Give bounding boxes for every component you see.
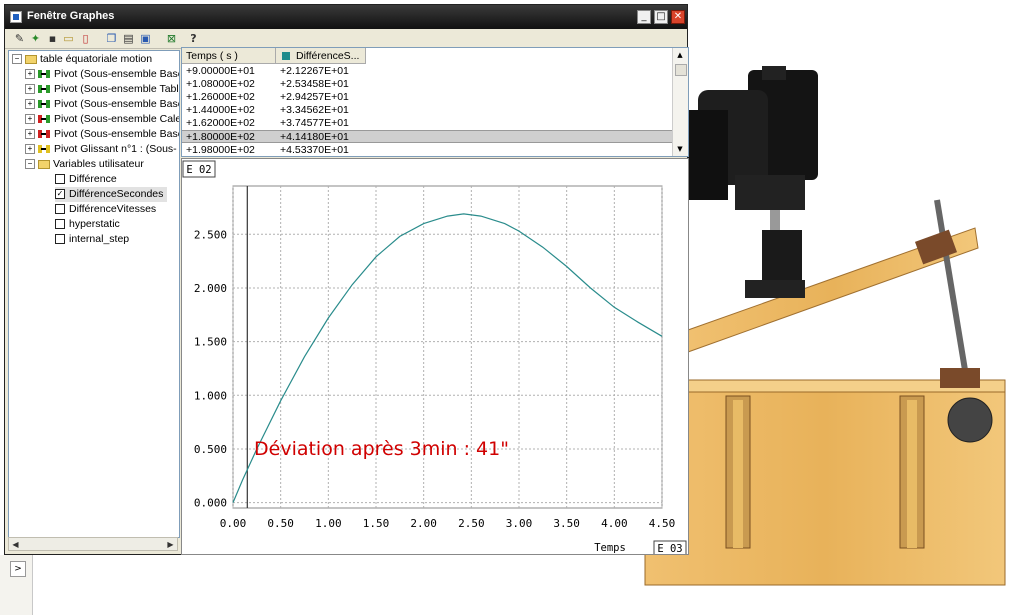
pivot-joint-icon (38, 69, 51, 79)
pivot-joint-icon (38, 114, 51, 124)
tree-item-pivot[interactable]: + Pivot (Sous-ensemble Base (25, 127, 179, 142)
table-row-selected[interactable]: +1.80000E+02 +4.14180E+01 (182, 130, 672, 143)
x-tick-label: 0.00 (220, 517, 247, 530)
table-row[interactable]: +1.26000E+02 +2.94257E+01 (182, 91, 672, 104)
scroll-down-icon[interactable]: ▼ (675, 144, 685, 154)
threaded-rod (934, 199, 968, 371)
collapse-icon[interactable]: − (12, 54, 22, 65)
x-tick-label: 3.00 (506, 517, 533, 530)
copy-icon[interactable]: ❐ (105, 32, 118, 45)
pivot-joint-icon (38, 84, 51, 94)
series-color-swatch (282, 52, 290, 61)
y-tick-label: 2.000 (194, 282, 227, 295)
app-icon (10, 11, 22, 23)
desktop-strip: > (0, 555, 33, 615)
x-tick-label: 1.50 (363, 517, 390, 530)
scroll-left-icon[interactable]: ◀ (10, 539, 21, 550)
x-tick-label: 4.00 (601, 517, 628, 530)
expand-icon[interactable]: + (25, 144, 35, 155)
maximize-button[interactable]: □ (654, 10, 668, 24)
folder-icon (38, 159, 50, 169)
expand-icon[interactable]: + (25, 129, 35, 140)
open-folder-icon[interactable]: ▭ (62, 32, 75, 45)
expand-arrow-icon[interactable]: > (10, 561, 26, 577)
table-row[interactable]: +1.62000E+02 +3.74577E+01 (182, 117, 672, 130)
variable-item[interactable]: Différence (55, 172, 117, 187)
graphs-window: Fenêtre Graphes _ □ ✕ ✎ ✦ ▪ ▭ ▯ ❐ ▤ ▣ ⊠ … (4, 4, 689, 556)
variable-item[interactable]: hyperstatic (55, 217, 120, 232)
checkbox[interactable] (55, 219, 65, 230)
x-axis-label: Temps (594, 542, 626, 554)
tree-item-pivot[interactable]: + Pivot (Sous-ensemble Tabl (25, 82, 179, 97)
camera (688, 66, 818, 298)
tree-horizontal-scrollbar[interactable]: ◀ ▶ (8, 537, 178, 551)
expand-icon[interactable]: + (25, 99, 35, 110)
pivot-joint-icon (38, 99, 51, 109)
variable-item-selected[interactable]: ✓ DifférenceSecondes (55, 187, 168, 202)
checkbox-checked[interactable]: ✓ (55, 189, 65, 200)
pivot-joint-icon (38, 129, 51, 139)
x-tick-labels: 0.00 0.50 1.00 1.50 2.00 2.50 3.00 3.50 4.00 4.50 (220, 517, 676, 530)
toolbar: ✎ ✦ ▪ ▭ ▯ ❐ ▤ ▣ ⊠ ? (5, 29, 687, 49)
expand-icon[interactable]: + (25, 69, 35, 80)
sliding-pivot-icon (38, 144, 51, 154)
pencil-icon[interactable]: ✎ (13, 32, 26, 45)
variable-item[interactable]: DifférenceVitesses (55, 202, 156, 217)
y-tick-label: 0.500 (194, 443, 227, 456)
line-chart[interactable]: E 02 0.000 0.500 1.000 1.500 2.000 2.500 0.00… (182, 159, 688, 556)
table-row[interactable]: +1.44000E+02 +3.34562E+01 (182, 104, 672, 117)
new-document-icon[interactable]: ▯ (79, 32, 92, 45)
excel-icon[interactable]: ⊠ (165, 32, 178, 45)
help-icon[interactable]: ? (187, 32, 200, 45)
scroll-right-icon[interactable]: ▶ (165, 539, 176, 550)
deviation-annotation: Déviation après 3min : 41" (254, 438, 509, 460)
x-tick-label: 1.00 (315, 517, 342, 530)
print-icon[interactable]: ▤ (122, 32, 135, 45)
results-table: Temps ( s ) DifférenceS... +9.00000E+01 +… (181, 47, 689, 157)
x-tick-label: 2.00 (410, 517, 437, 530)
minimize-button[interactable]: _ (637, 10, 651, 24)
folder-icon (25, 54, 37, 64)
window-title: Fenêtre Graphes (27, 10, 115, 22)
settings-icon[interactable]: ▣ (139, 32, 152, 45)
x-tick-label: 3.50 (553, 517, 580, 530)
x-tick-label: 2.50 (458, 517, 485, 530)
x-tick-label: 4.50 (649, 517, 676, 530)
scroll-thumb[interactable] (675, 64, 687, 76)
model-tree: − table équatoriale motion + Pivot (Sous-e… (8, 50, 180, 538)
x-exponent-label: E 03 (657, 543, 682, 554)
collapse-icon[interactable]: − (25, 159, 35, 170)
table-row[interactable]: +9.00000E+01 +2.12267E+01 (182, 65, 672, 78)
tree-item-pivot[interactable]: + Pivot (Sous-ensemble Base (25, 67, 179, 82)
save-icon[interactable]: ▪ (46, 32, 59, 45)
tree-item-pivot[interactable]: + Pivot (Sous-ensemble Base (25, 97, 179, 112)
table-vertical-scrollbar[interactable]: ▲ ▼ (672, 48, 688, 156)
y-tick-label: 1.500 (194, 336, 227, 349)
scroll-up-icon[interactable]: ▲ (675, 50, 685, 60)
chart-panel: E 02 0.000 0.500 1.000 1.500 2.000 2.500 0.00… (181, 158, 689, 556)
y-tick-label: 2.500 (194, 228, 227, 241)
y-tick-labels: 0.000 0.500 1.000 1.500 2.000 2.500 (194, 228, 227, 509)
column-header-difference[interactable]: DifférenceS... (276, 48, 366, 64)
wand-icon[interactable]: ✦ (29, 32, 42, 45)
y-exponent-label: E 02 (186, 164, 211, 176)
table-row[interactable]: +1.98000E+02 +4.53370E+01 (182, 144, 672, 156)
y-tick-label: 0.000 (194, 497, 227, 510)
expand-icon[interactable]: + (25, 114, 35, 125)
table-row[interactable]: +1.08000E+02 +2.53458E+01 (182, 78, 672, 91)
tree-item-sliding-pivot[interactable]: + Pivot Glissant n°1 : (Sous- (25, 142, 177, 157)
tree-item-pivot[interactable]: + Pivot (Sous-ensemble Cale (25, 112, 179, 127)
expand-icon[interactable]: + (25, 84, 35, 95)
x-tick-label: 0.50 (267, 517, 294, 530)
y-tick-label: 1.000 (194, 389, 227, 402)
tree-root[interactable]: − table équatoriale motion (12, 52, 152, 67)
variable-item[interactable]: internal_step (55, 232, 129, 247)
close-button[interactable]: ✕ (671, 10, 685, 24)
column-header-time[interactable]: Temps ( s ) (182, 48, 276, 64)
tree-folder-user-variables[interactable]: − Variables utilisateur (25, 157, 144, 172)
checkbox[interactable] (55, 204, 65, 215)
checkbox[interactable] (55, 234, 65, 245)
title-bar[interactable]: Fenêtre Graphes _ □ ✕ (5, 5, 687, 29)
checkbox[interactable] (55, 174, 65, 185)
